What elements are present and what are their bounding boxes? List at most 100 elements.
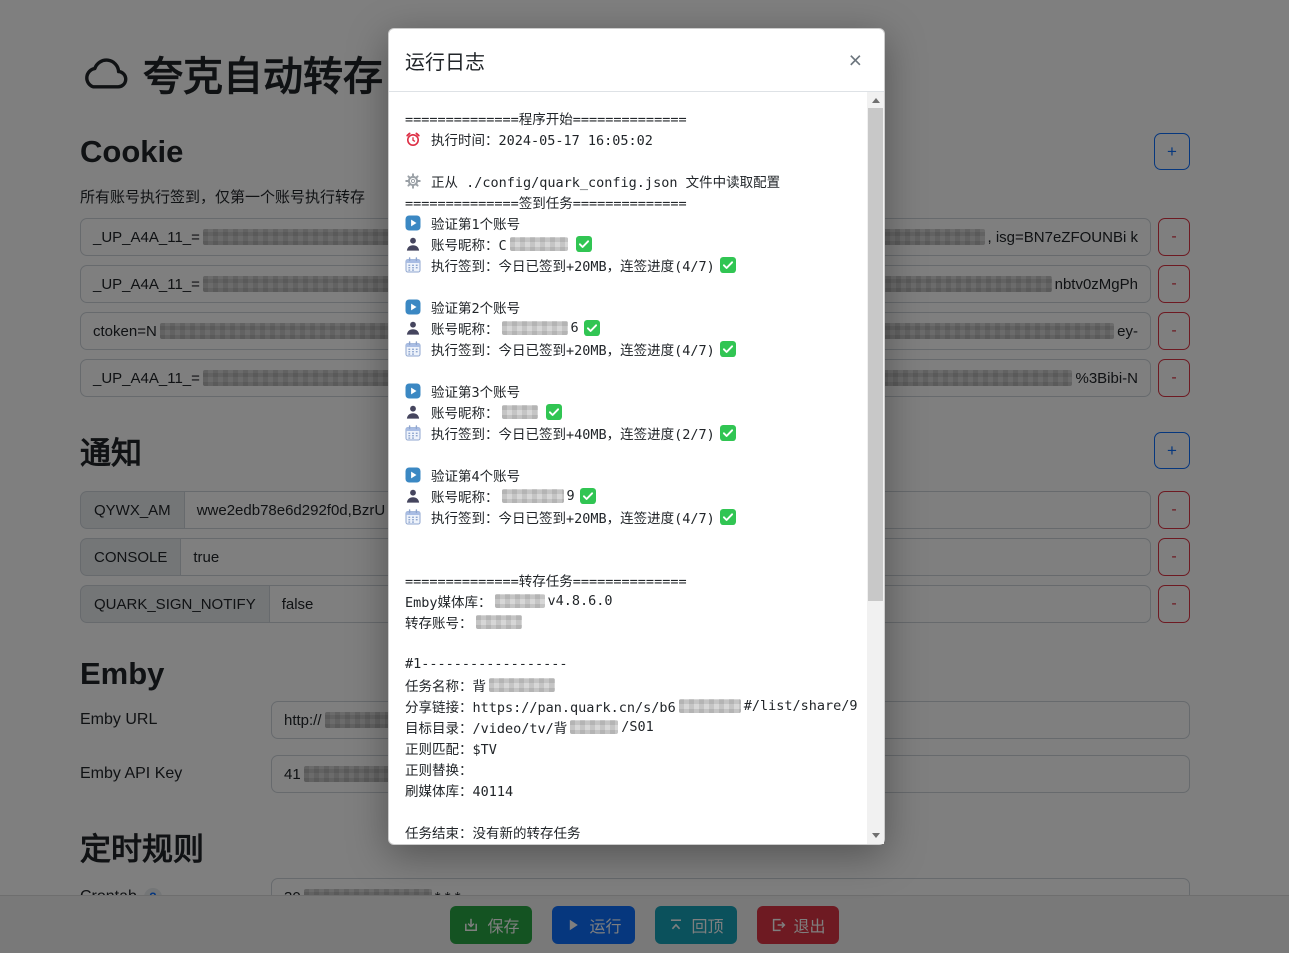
log-line: 执行签到：今日已签到+20MB，连签进度(4/7) <box>405 506 865 527</box>
log-line: 执行签到：今日已签到+40MB，连签进度(2/7) <box>405 422 865 443</box>
user-icon <box>405 404 421 420</box>
log-line: 正从 ./config/quark_config.json 文件中读取配置 <box>405 170 865 191</box>
run-log-modal: 运行日志 × ==============程序开始==============执… <box>388 28 885 845</box>
alarm-icon <box>405 131 421 147</box>
log-line: 账号昵称： 6 <box>405 317 865 338</box>
redacted-mosaic <box>502 321 568 335</box>
text-segment: #1------------------ <box>405 656 568 672</box>
text-segment: 验证第4个账号 <box>431 465 520 485</box>
text-segment: ==============签到任务============== <box>405 192 687 212</box>
log-line <box>405 275 865 296</box>
redacted-mosaic <box>510 237 568 251</box>
run-log: ==============程序开始==============执行时间：202… <box>389 92 867 844</box>
text-segment: 验证第1个账号 <box>431 213 520 233</box>
redacted-mosaic <box>476 615 522 629</box>
text-segment: #/list/share/9 <box>744 698 858 714</box>
scrollbar-up-arrow-icon[interactable] <box>867 92 884 109</box>
calendar-icon <box>405 425 421 441</box>
check-icon <box>584 320 600 336</box>
redacted-mosaic <box>489 678 555 692</box>
text-segment: 9 <box>567 488 575 504</box>
text-segment: 执行签到：今日已签到+20MB，连签进度(4/7) <box>431 255 715 275</box>
text-segment: 分享链接：https://pan.quark.cn/s/b6 <box>405 696 676 716</box>
log-line: 转存账号： <box>405 611 865 632</box>
play-badge-icon <box>405 383 421 399</box>
log-line: 目标目录：/video/tv/背/S01 <box>405 716 865 737</box>
text-segment: 正则替换： <box>405 759 473 779</box>
text-segment: Emby媒体库： <box>405 591 492 611</box>
log-scrollbar[interactable] <box>867 92 884 844</box>
log-line <box>405 527 865 548</box>
calendar-icon <box>405 341 421 357</box>
log-line: ==============程序开始============== <box>405 107 865 128</box>
scrollbar-down-arrow-icon[interactable] <box>867 827 884 844</box>
log-line <box>405 800 865 821</box>
text-segment: 验证第3个账号 <box>431 381 520 401</box>
log-line: 任务结束：没有新的转存任务 <box>405 821 865 842</box>
log-line: 账号昵称：C <box>405 233 865 254</box>
text-segment: v4.8.6.0 <box>548 593 613 609</box>
log-line: 验证第3个账号 <box>405 380 865 401</box>
log-line: 验证第1个账号 <box>405 212 865 233</box>
scrollbar-thumb[interactable] <box>868 108 883 601</box>
text-segment: 刷媒体库：40114 <box>405 780 513 800</box>
log-line: 账号昵称： <box>405 401 865 422</box>
text-segment: 执行时间：2024-05-17 16:05:02 <box>431 129 653 149</box>
text-segment: 目标目录：/video/tv/背 <box>405 717 567 737</box>
text-segment: 转存账号： <box>405 612 473 632</box>
calendar-icon <box>405 257 421 273</box>
check-icon <box>546 404 562 420</box>
log-line: 账号昵称： 9 <box>405 485 865 506</box>
play-badge-icon <box>405 467 421 483</box>
log-line: #1------------------ <box>405 653 865 674</box>
log-line <box>405 359 865 380</box>
text-segment: 账号昵称： <box>431 486 499 506</box>
text-segment: 执行签到：今日已签到+40MB，连签进度(2/7) <box>431 423 715 443</box>
modal-header: 运行日志 × <box>389 29 884 92</box>
redacted-mosaic <box>679 699 741 713</box>
redacted-mosaic <box>502 405 538 419</box>
check-icon <box>576 236 592 252</box>
modal-body: ==============程序开始==============执行时间：202… <box>389 92 884 844</box>
log-line <box>405 548 865 569</box>
check-icon <box>720 257 736 273</box>
check-icon <box>720 341 736 357</box>
redacted-mosaic <box>570 720 618 734</box>
check-icon <box>720 425 736 441</box>
text-segment: 6 <box>571 320 579 336</box>
log-line <box>405 443 865 464</box>
text-segment: 验证第2个账号 <box>431 297 520 317</box>
log-line: 执行时间：2024-05-17 16:05:02 <box>405 128 865 149</box>
text-segment: 正则匹配：$TV <box>405 738 497 758</box>
log-line: 分享链接：https://pan.quark.cn/s/b6 #/list/sha… <box>405 695 865 716</box>
text-segment: /S01 <box>621 719 654 735</box>
text-segment: 正从 ./config/quark_config.json 文件中读取配置 <box>431 171 780 191</box>
text-segment: 任务结束：没有新的转存任务 <box>405 822 581 842</box>
text-segment: 执行签到：今日已签到+20MB，连签进度(4/7) <box>431 507 715 527</box>
text-segment: 任务名称：背 <box>405 675 486 695</box>
log-line: 验证第2个账号 <box>405 296 865 317</box>
redacted-mosaic <box>502 489 564 503</box>
close-icon[interactable]: × <box>849 49 862 72</box>
gear-icon <box>405 173 421 189</box>
text-segment: ==============转存任务============== <box>405 570 687 590</box>
user-icon <box>405 236 421 252</box>
log-line: 任务名称：背 <box>405 674 865 695</box>
log-line <box>405 149 865 170</box>
user-icon <box>405 320 421 336</box>
check-icon <box>580 488 596 504</box>
redacted-mosaic <box>495 594 545 608</box>
text-segment: 账号昵称： <box>431 318 499 338</box>
modal-title: 运行日志 <box>405 46 485 75</box>
log-line: 正则替换： <box>405 758 865 779</box>
check-icon <box>720 509 736 525</box>
log-line: 执行签到：今日已签到+20MB，连签进度(4/7) <box>405 338 865 359</box>
log-line: 验证第4个账号 <box>405 464 865 485</box>
calendar-icon <box>405 509 421 525</box>
text-segment: ==============程序开始============== <box>405 108 687 128</box>
log-line: ==============转存任务============== <box>405 569 865 590</box>
log-line: 正则匹配：$TV <box>405 737 865 758</box>
play-badge-icon <box>405 299 421 315</box>
user-icon <box>405 488 421 504</box>
text-segment: 账号昵称：C <box>431 234 507 254</box>
